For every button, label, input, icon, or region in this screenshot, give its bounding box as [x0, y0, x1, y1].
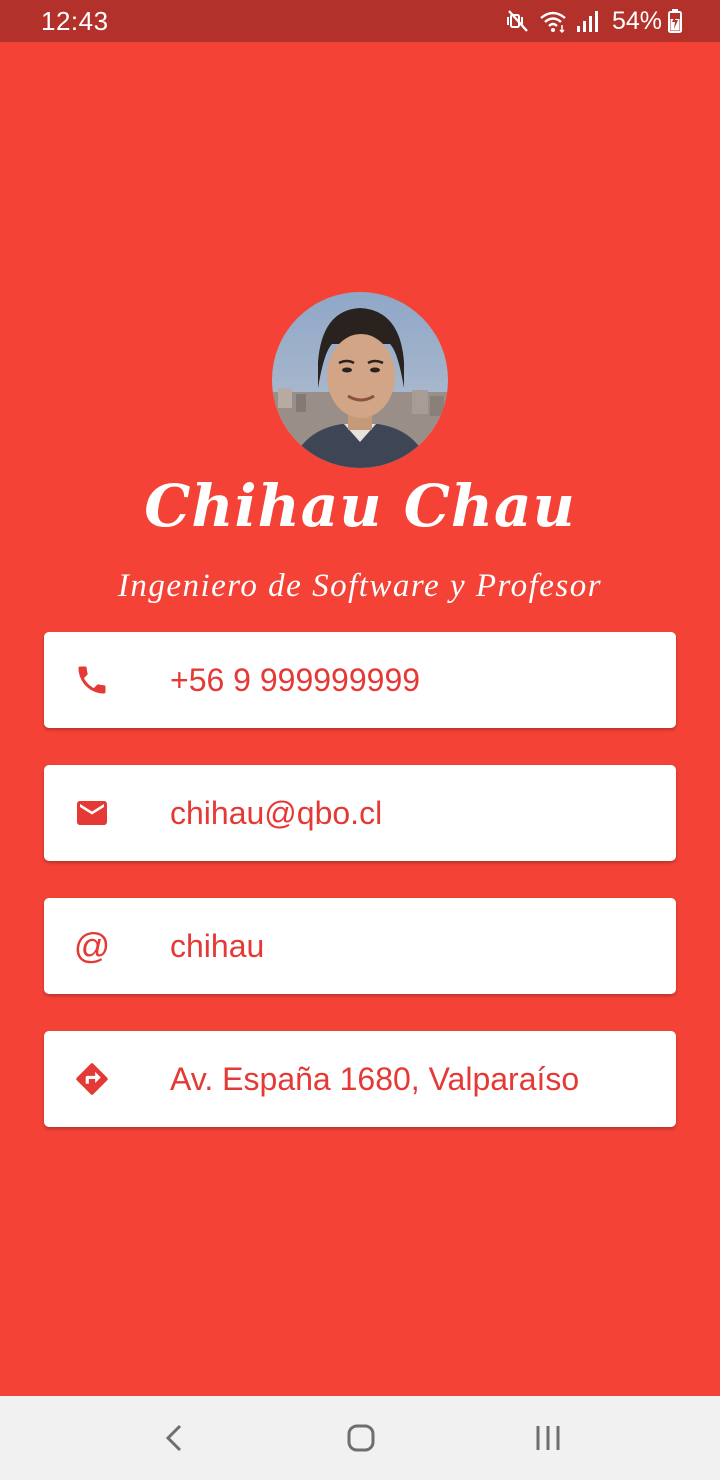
home-icon[interactable] [341, 1418, 381, 1458]
phone-icon [72, 660, 112, 700]
wifi-icon [538, 8, 568, 34]
phone-card[interactable]: +56 9 999999999 [44, 632, 676, 728]
profile-title: Ingeniero de Software y Profesor [117, 568, 603, 604]
profile-name: Chihau Chau [144, 472, 576, 540]
profile-card-screen: Chihau Chau Ingeniero de Software y Prof… [0, 42, 720, 1396]
status-time: 12:43 [41, 6, 109, 36]
at-icon: @ [73, 925, 111, 966]
address-text: Av. España 1680, Valparaíso [170, 1061, 580, 1097]
avatar [272, 292, 448, 468]
back-icon[interactable] [154, 1418, 194, 1458]
battery-percent: 54% [611, 6, 662, 35]
avatar-image [272, 292, 448, 468]
signal-icon [574, 8, 600, 34]
mail-icon [72, 793, 112, 833]
navigation-bar [0, 1396, 720, 1480]
handle-text: chihau [170, 928, 265, 964]
status-icons: 54% [506, 6, 682, 36]
phone-number: +56 9 999999999 [170, 662, 421, 698]
status-bar: 12:43 54% [0, 0, 720, 42]
directions-icon [72, 1059, 112, 1099]
email-card[interactable]: chihau@qbo.cl [44, 765, 676, 861]
handle-card[interactable]: @ chihau [44, 898, 676, 994]
battery-charging-icon [668, 8, 682, 34]
mute-vibrate-icon [506, 8, 532, 34]
email-address: chihau@qbo.cl [170, 795, 383, 831]
address-card[interactable]: Av. España 1680, Valparaíso [44, 1031, 676, 1127]
recent-apps-icon[interactable] [528, 1418, 568, 1458]
